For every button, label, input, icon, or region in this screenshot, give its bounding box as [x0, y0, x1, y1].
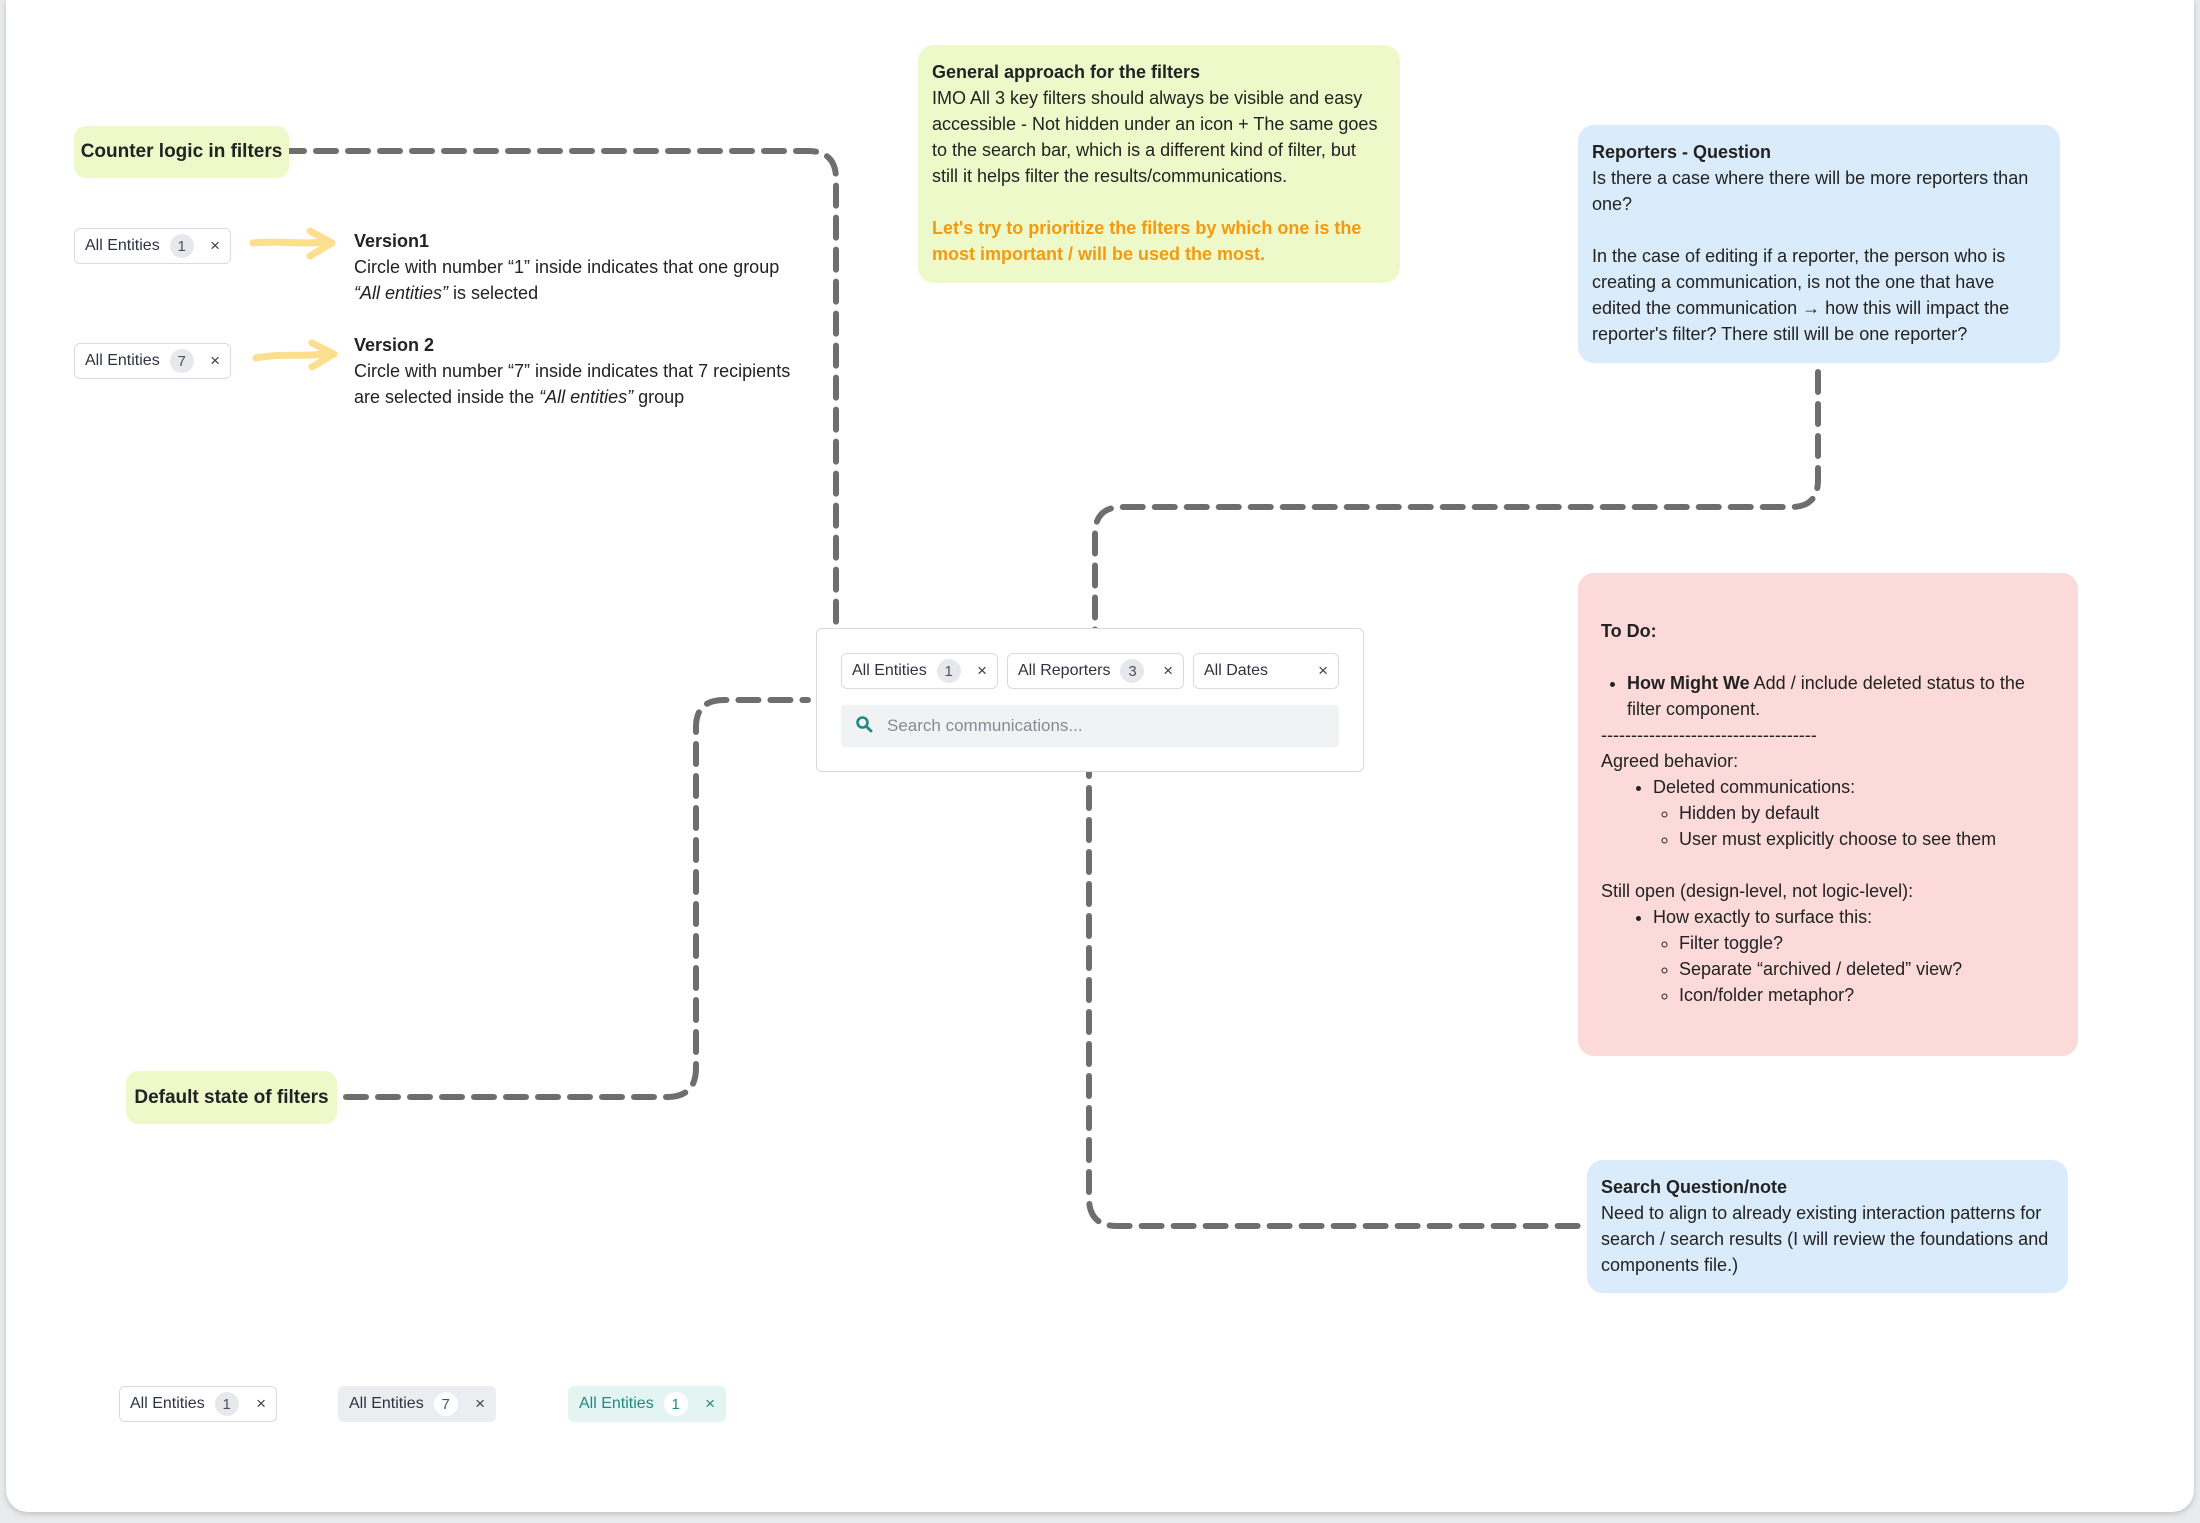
filter-chip-hover-state[interactable]: All Entities 7 ×	[338, 1386, 496, 1422]
todo-deleted-sub-item: Hidden by default	[1679, 800, 2056, 826]
todo-agreed-list: Deleted communications: Hidden by defaul…	[1601, 774, 2056, 852]
todo-deleted-sub-item: User must explicitly choose to see them	[1679, 826, 2056, 852]
reporters-question-note: Reporters - Question Is there a case whe…	[1578, 125, 2060, 363]
todo-title: To Do:	[1601, 621, 1657, 641]
chip-count-badge: 1	[936, 659, 961, 683]
filter-chip-version1[interactable]: All Entities 1 ×	[74, 228, 231, 264]
search-question-title: Search Question/note	[1601, 1177, 1788, 1197]
search-bar[interactable]	[841, 705, 1339, 747]
todo-divider: ------------------------------------	[1601, 725, 1817, 745]
chip-label: All Entities	[130, 1395, 205, 1412]
filter-chip-entities[interactable]: All Entities 1 ×	[841, 653, 998, 689]
reporters-question-title: Reporters - Question	[1592, 142, 1772, 162]
filter-chip-version2[interactable]: All Entities 7 ×	[74, 343, 231, 379]
filter-component: All Entities 1 × All Reporters 3 × All D…	[816, 628, 1364, 772]
close-icon[interactable]: ×	[1310, 661, 1328, 681]
version2-title: Version 2	[354, 335, 435, 355]
chip-count-badge: 3	[1120, 659, 1145, 683]
counter-logic-label: Counter logic in filters	[74, 126, 289, 178]
chip-label: All Entities	[85, 352, 160, 369]
version2-description: Version 2 Circle with number “7” inside …	[354, 332, 834, 410]
general-approach-title: General approach for the filters	[932, 62, 1201, 82]
search-input[interactable]	[885, 715, 1309, 737]
todo-surface-sub-item: Filter toggle?	[1679, 930, 2056, 956]
general-approach-note: General approach for the filters IMO All…	[918, 45, 1400, 283]
todo-hmw-item: How Might We Add / include deleted statu…	[1627, 670, 2056, 722]
filter-chip-reporters[interactable]: All Reporters 3 ×	[1007, 653, 1184, 689]
chip-count-badge: 7	[169, 349, 194, 373]
chip-label: All Reporters	[1018, 662, 1111, 679]
close-icon[interactable]: ×	[248, 1394, 266, 1414]
todo-agreed-heading: Agreed behavior:	[1601, 751, 1739, 771]
chip-count-badge: 1	[214, 1392, 239, 1416]
close-icon[interactable]: ×	[697, 1394, 715, 1414]
search-icon	[855, 715, 873, 738]
default-state-label: Default state of filters	[126, 1071, 337, 1124]
chip-label: All Dates	[1204, 662, 1269, 679]
filter-chip-active-state[interactable]: All Entities 1 ×	[568, 1386, 726, 1422]
todo-hmw-list: How Might We Add / include deleted statu…	[1601, 670, 2056, 722]
search-question-body: Need to align to already existing intera…	[1601, 1203, 2049, 1275]
close-icon[interactable]: ×	[467, 1394, 485, 1414]
version1-line2: “All entities” is selected	[354, 283, 539, 303]
chip-count-badge: 7	[433, 1392, 458, 1416]
version1-title: Version1	[354, 231, 430, 251]
general-approach-highlight: Let's try to prioritize the filters by w…	[932, 218, 1362, 264]
chip-label: All Entities	[579, 1395, 654, 1412]
version2-line1: Circle with number “7” inside indicates …	[354, 361, 791, 381]
todo-surface-sub-item: Icon/folder metaphor?	[1679, 982, 2056, 1008]
todo-note: To Do: How Might We Add / include delete…	[1578, 573, 2078, 1056]
close-icon[interactable]: ×	[202, 351, 220, 371]
todo-open-list: How exactly to surface this: Filter togg…	[1601, 904, 2056, 1008]
search-question-note: Search Question/note Need to align to al…	[1587, 1160, 2068, 1293]
reporters-question-p1: Is there a case where there will be more…	[1592, 168, 2029, 214]
version1-line1: Circle with number “1” inside indicates …	[354, 257, 780, 277]
chip-label: All Entities	[349, 1395, 424, 1412]
chip-label: All Entities	[85, 237, 160, 254]
filter-chip-dates[interactable]: All Dates ×	[1193, 653, 1339, 689]
filter-chip-default-state[interactable]: All Entities 1 ×	[119, 1386, 277, 1422]
chip-count-badge: 1	[663, 1392, 688, 1416]
general-approach-body: IMO All 3 key filters should always be v…	[932, 88, 1378, 186]
version2-line2: are selected inside the “All entities” g…	[354, 387, 685, 407]
close-icon[interactable]: ×	[969, 661, 987, 681]
version1-description: Version1 Circle with number “1” inside i…	[354, 228, 834, 306]
reporters-question-p2: In the case of editing if a reporter, th…	[1592, 246, 2010, 344]
todo-surface-item: How exactly to surface this: Filter togg…	[1653, 904, 2056, 1008]
close-icon[interactable]: ×	[202, 236, 220, 256]
chip-count-badge: 1	[169, 234, 194, 258]
todo-surface-sub-item: Separate “archived / deleted” view?	[1679, 956, 2056, 982]
todo-open-heading: Still open (design-level, not logic-leve…	[1601, 881, 1914, 901]
chip-label: All Entities	[852, 662, 927, 679]
todo-deleted-item: Deleted communications: Hidden by defaul…	[1653, 774, 2056, 852]
close-icon[interactable]: ×	[1155, 661, 1173, 681]
